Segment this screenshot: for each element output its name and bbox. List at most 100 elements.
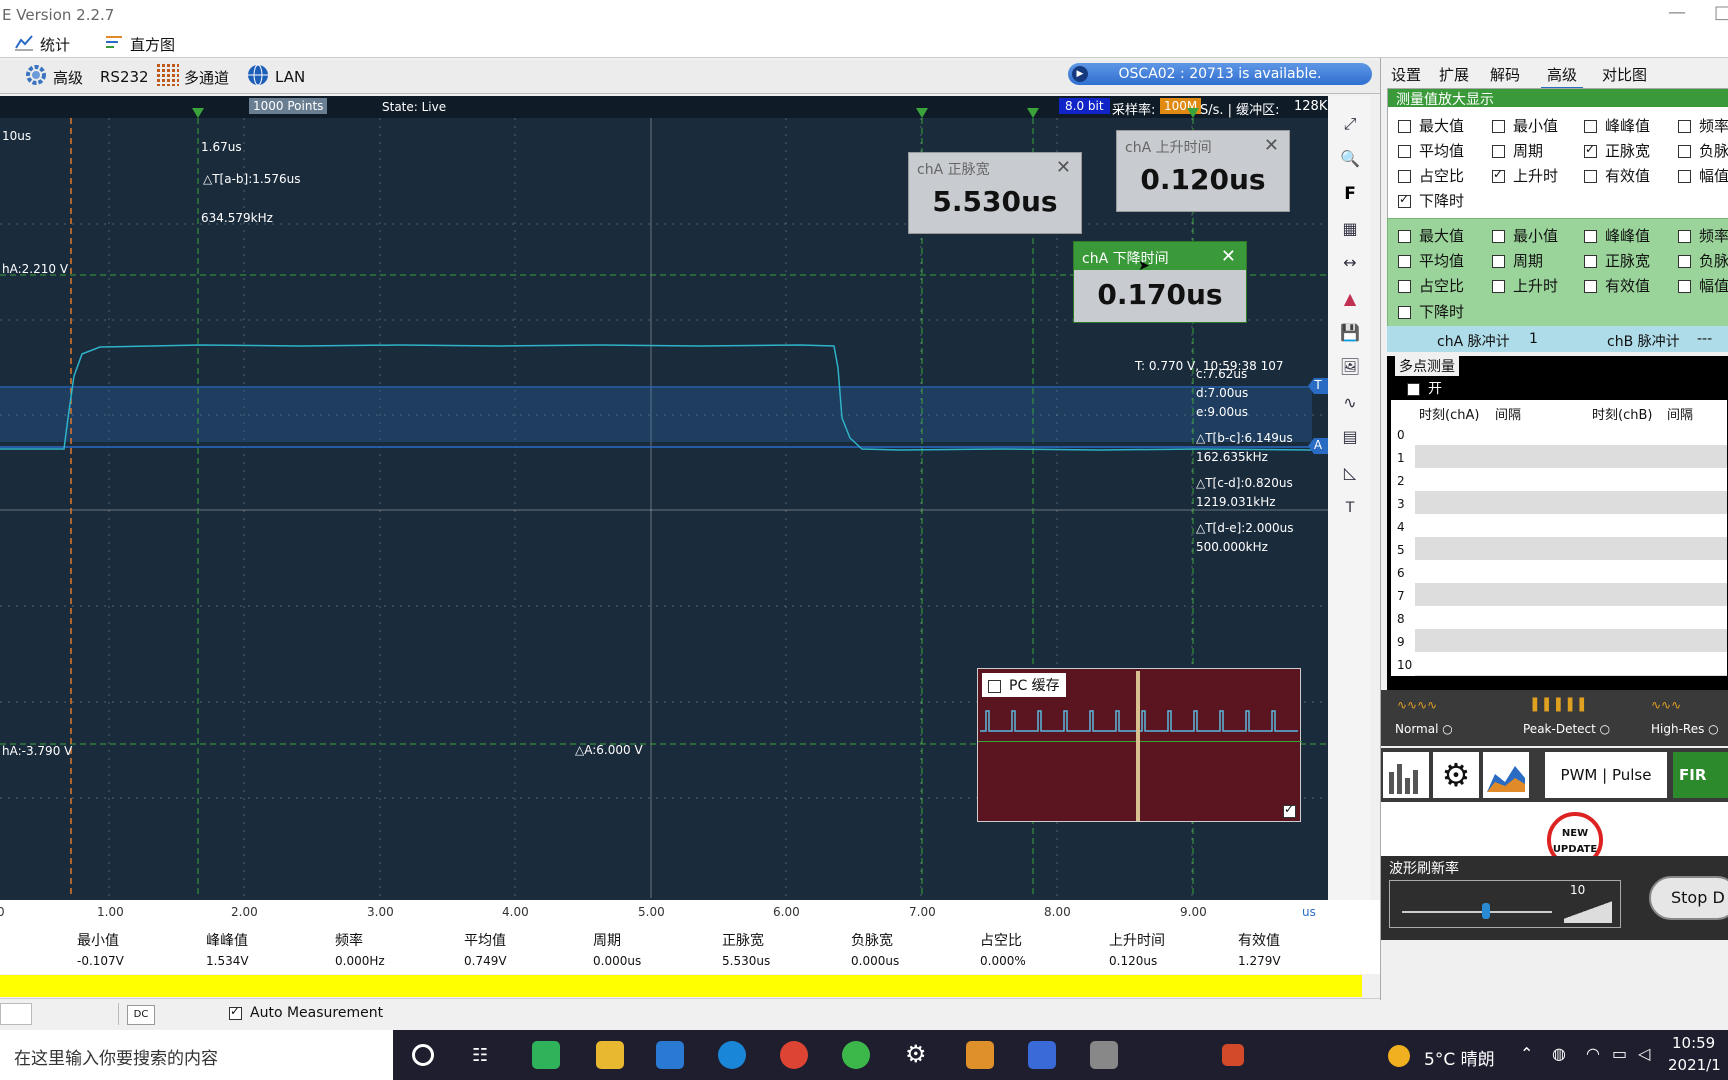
check-a-freq[interactable]: 频率: [1678, 115, 1728, 136]
area-chart-icon[interactable]: [1483, 752, 1529, 798]
multichannel-button[interactable]: 多通道: [157, 64, 229, 90]
check-a-rms[interactable]: 有效值: [1584, 165, 1650, 186]
pc-cache-preview[interactable]: PC 缓存: [977, 668, 1302, 822]
check-a-duty[interactable]: 占空比: [1398, 165, 1464, 186]
tab-decode[interactable]: 解码: [1484, 62, 1526, 87]
check-a-rise[interactable]: 上升时: [1492, 165, 1558, 186]
oscilloscope-app-icon[interactable]: [1090, 1041, 1118, 1069]
auto-measurement-toggle[interactable]: Auto Measurement: [229, 1004, 383, 1021]
save-icon[interactable]: 💾: [1338, 320, 1362, 344]
tab-advanced[interactable]: 高级: [1541, 62, 1584, 89]
tray-chevron-icon[interactable]: ⌃: [1520, 1044, 1533, 1063]
fir-button[interactable]: FIR: [1673, 752, 1728, 798]
check-b-freq[interactable]: 频率: [1678, 225, 1728, 246]
check-a-min[interactable]: 最小值: [1492, 115, 1558, 136]
folder-icon[interactable]: [596, 1041, 624, 1069]
maximize-icon[interactable]: □: [1714, 2, 1728, 23]
check-b-avg[interactable]: 平均值: [1398, 250, 1464, 271]
check-b-max[interactable]: 最大值: [1398, 225, 1464, 246]
fall-time-box[interactable]: chA 下降时间 ✕ 0.170us: [1073, 241, 1247, 323]
ruler-icon[interactable]: ◺: [1338, 460, 1362, 484]
slider-thumb[interactable]: [1482, 903, 1490, 919]
app2-icon[interactable]: [1028, 1041, 1056, 1069]
f-icon[interactable]: F: [1338, 182, 1362, 206]
check-a-fall[interactable]: 下降时: [1398, 190, 1464, 211]
mode-high-res[interactable]: High-Res ○: [1651, 722, 1719, 736]
check-b-duty[interactable]: 占空比: [1398, 275, 1464, 296]
wechat-icon[interactable]: [842, 1041, 870, 1069]
network-icon[interactable]: ◍: [1552, 1044, 1566, 1063]
horizontal-span-icon[interactable]: ↔: [1338, 250, 1362, 274]
check-b-pp[interactable]: 峰峰值: [1584, 225, 1650, 246]
wave-icon[interactable]: ∿: [1338, 390, 1362, 414]
taskbar-search[interactable]: 在这里输入你要搜索的内容: [0, 1030, 393, 1080]
check-b-amp[interactable]: 幅值: [1678, 275, 1728, 296]
tray-app-icon[interactable]: [1222, 1044, 1244, 1066]
app-icon[interactable]: [966, 1041, 994, 1069]
spectrum-icon[interactable]: ▲: [1338, 286, 1362, 310]
check-b-period[interactable]: 周期: [1492, 250, 1543, 271]
advanced-button[interactable]: 高级: [24, 64, 83, 90]
pc-cache-check[interactable]: [988, 679, 1001, 693]
rise-time-box[interactable]: chA 上升时间 ✕ 0.120us: [1116, 130, 1290, 212]
tab-settings[interactable]: 设置: [1385, 62, 1427, 87]
check-b-rms[interactable]: 有效值: [1584, 275, 1650, 296]
mode-normal[interactable]: Normal ○: [1395, 722, 1453, 736]
check-a-max[interactable]: 最大值: [1398, 115, 1464, 136]
feishu-icon[interactable]: [656, 1041, 684, 1069]
battery-icon[interactable]: ▭: [1612, 1044, 1627, 1063]
bars-icon[interactable]: [1383, 752, 1429, 798]
rs232-button[interactable]: RS232: [100, 64, 149, 90]
cursor-grid-icon[interactable]: ▦: [1338, 216, 1362, 240]
menu-histogram[interactable]: 直方图: [104, 33, 175, 55]
fullscreen-icon[interactable]: ⤢: [1338, 112, 1362, 136]
check-a-pp[interactable]: 峰峰值: [1584, 115, 1650, 136]
positive-width-box[interactable]: chA 正脉宽 ✕ 5.530us: [908, 152, 1082, 234]
stop-button[interactable]: Stop D: [1649, 876, 1728, 920]
clock-time[interactable]: 10:59: [1672, 1034, 1715, 1052]
clock-date[interactable]: 2021/1: [1668, 1056, 1721, 1074]
check-a-amp[interactable]: 幅值: [1678, 165, 1728, 186]
wifi-icon[interactable]: ◠: [1586, 1044, 1600, 1063]
auto-measurement-check[interactable]: [229, 1004, 242, 1020]
multipoint-open-toggle[interactable]: 开: [1407, 378, 1442, 398]
minimize-icon[interactable]: —: [1668, 2, 1686, 23]
settings-gear-icon[interactable]: ⚙: [1433, 752, 1479, 798]
waveform-area[interactable]: 10us 1.67us △T[a-b]:1.576us 634.579kHz h…: [0, 108, 1328, 898]
check-b-nwidth[interactable]: 负脉: [1678, 250, 1728, 271]
table-icon[interactable]: ▤: [1338, 424, 1362, 448]
ie-icon[interactable]: [718, 1041, 746, 1069]
cortana-icon[interactable]: [412, 1044, 434, 1066]
check-a-period[interactable]: 周期: [1492, 140, 1543, 161]
settings-icon[interactable]: ⚙: [905, 1040, 927, 1068]
task-view-icon[interactable]: ☷: [472, 1045, 488, 1066]
pwm-pulse-button[interactable]: PWM | Pulse: [1545, 752, 1667, 798]
cache-position-handle[interactable]: [1136, 671, 1140, 821]
media-player-icon[interactable]: [532, 1041, 560, 1069]
mode-peak-detect[interactable]: Peak-Detect ○: [1523, 722, 1610, 736]
tab-compare[interactable]: 对比图: [1596, 62, 1653, 87]
check-b-fall[interactable]: 下降时: [1398, 301, 1464, 322]
check-a-avg[interactable]: 平均值: [1398, 140, 1464, 161]
image-icon[interactable]: 🖼: [1338, 354, 1362, 378]
dc-button[interactable]: DC: [127, 1005, 155, 1025]
check-b-rise[interactable]: 上升时: [1492, 275, 1558, 296]
check-a-pwidth[interactable]: 正脉宽: [1584, 140, 1650, 161]
check-b-pwidth[interactable]: 正脉宽: [1584, 250, 1650, 271]
close-icon[interactable]: ✕: [1056, 157, 1071, 178]
refresh-slider[interactable]: 10: [1389, 880, 1621, 928]
play-icon[interactable]: ▶: [1072, 66, 1088, 82]
check-b-min[interactable]: 最小值: [1492, 225, 1558, 246]
lan-button[interactable]: LAN: [246, 64, 305, 90]
menu-statistics[interactable]: 统计: [14, 33, 70, 55]
left-field[interactable]: [0, 1003, 32, 1025]
zoom-icon[interactable]: 🔍: [1338, 146, 1362, 170]
close-icon[interactable]: ✕: [1221, 246, 1236, 267]
check-a-nwidth[interactable]: 负脉: [1678, 140, 1728, 161]
volume-icon[interactable]: ◁: [1638, 1044, 1650, 1063]
tab-extension[interactable]: 扩展: [1433, 62, 1475, 87]
pc-cache-checkbox[interactable]: PC 缓存: [982, 673, 1066, 697]
t-icon[interactable]: T: [1338, 496, 1362, 520]
cache-thumb-check[interactable]: [1283, 802, 1296, 818]
close-icon[interactable]: ✕: [1264, 135, 1279, 156]
